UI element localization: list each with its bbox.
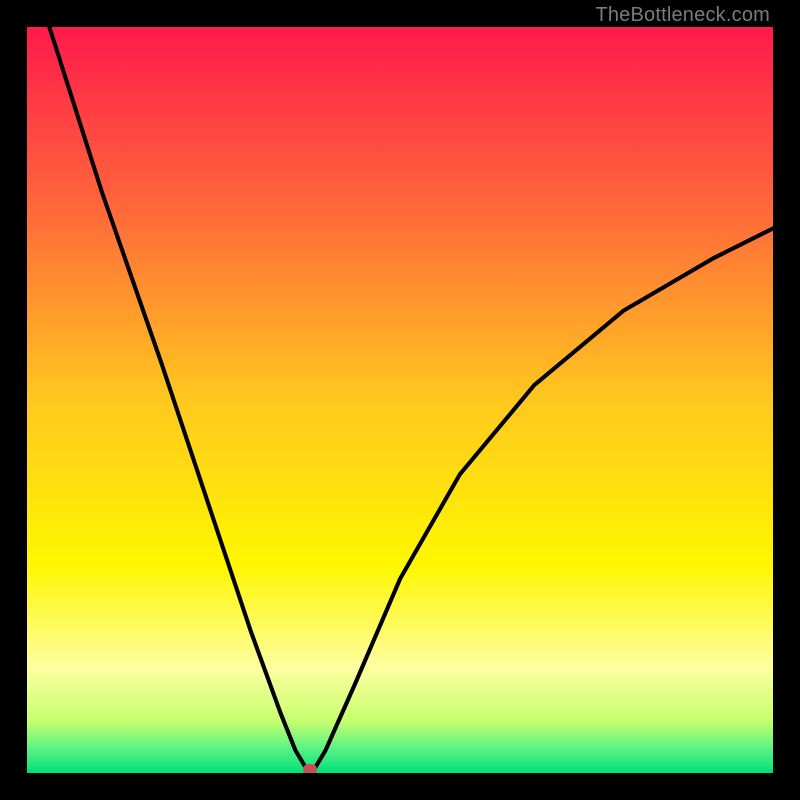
watermark-text: TheBottleneck.com [595,4,770,27]
plot-area [27,27,773,773]
background-gradient [27,27,773,773]
chart-frame: TheBottleneck.com [0,0,800,800]
